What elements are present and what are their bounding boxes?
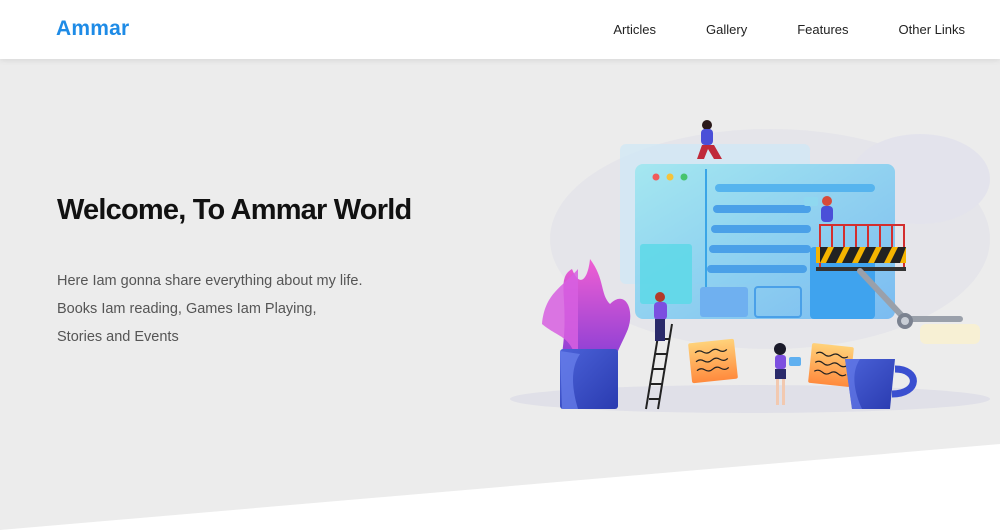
hero-section: Welcome, To Ammar World Here Iam gonna s… — [0, 59, 1000, 530]
nav-link-articles[interactable]: Articles — [613, 22, 656, 37]
hero-text-line: Here Iam gonna share everything about my… — [57, 273, 363, 289]
site-header: Ammar Articles Gallery Features Other Li… — [0, 0, 1000, 59]
main-nav: Articles Gallery Features Other Links — [613, 22, 965, 37]
nav-link-other-links[interactable]: Other Links — [899, 22, 965, 37]
web-development-illustration-icon — [510, 120, 990, 413]
hero-text-line: Books Iam reading, Games Iam Playing, — [57, 301, 317, 317]
nav-link-features[interactable]: Features — [797, 22, 848, 37]
site-logo[interactable]: Ammar — [56, 17, 129, 41]
hero-title: Welcome, To Ammar World — [57, 194, 412, 226]
hero-description: Here Iam gonna share everything about my… — [57, 267, 362, 351]
nav-link-gallery[interactable]: Gallery — [706, 22, 747, 37]
hero-text-line: Stories and Events — [57, 329, 179, 345]
